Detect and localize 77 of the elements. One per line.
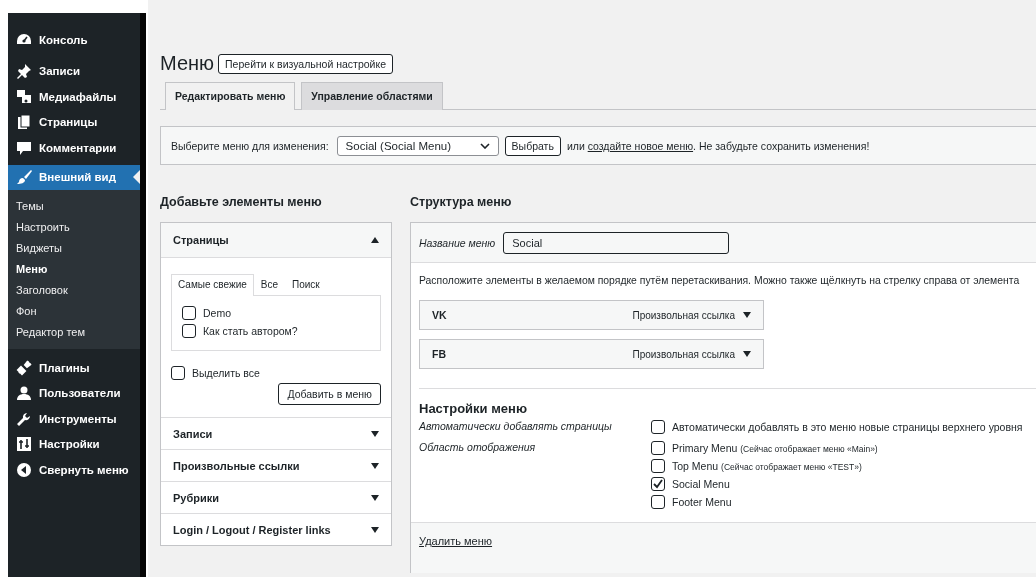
section-heading: Добавьте элементы меню	[160, 195, 323, 211]
sidebar-item[interactable]: Пользователи	[8, 380, 140, 406]
checkbox-label[interactable]: Primary Menu (Сейчас отображает меню «Main»)	[672, 442, 878, 454]
caret-icon	[743, 351, 751, 357]
checkbox[interactable]	[651, 477, 665, 491]
caret-icon	[371, 237, 379, 243]
media-icon	[16, 88, 32, 105]
menu-name-field[interactable]: Social	[503, 231, 730, 254]
add-to-menu-button[interactable]: Добавить в меню	[278, 383, 381, 405]
checkbox[interactable]	[651, 459, 665, 473]
sidebar-item[interactable]: Внешний вид	[8, 164, 140, 190]
checkbox-label[interactable]: Demo	[203, 307, 231, 319]
tab[interactable]: Поиск	[285, 274, 327, 295]
instructions-text: Расположите элементы в желаемом порядке путём перетаскивания. Можно также щёлкнуть на стрелку справа от элемента	[418, 274, 1021, 286]
tab[interactable]: Самые свежие	[171, 274, 254, 296]
checkbox[interactable]	[651, 495, 665, 509]
sidebar-item[interactable]: Комментарии	[8, 135, 140, 161]
check-icon	[653, 479, 663, 489]
submenu-item[interactable]: Виджеты	[8, 238, 140, 259]
checkbox[interactable]	[182, 306, 196, 320]
submenu-item[interactable]: Настроить	[8, 217, 140, 238]
menu-item[interactable]: FB Произвольная ссылка	[419, 339, 764, 369]
tab[interactable]: Управление областями	[301, 82, 443, 110]
sidebar-item[interactable]: Записи	[8, 58, 140, 84]
field-label: Название меню	[419, 236, 496, 249]
checkbox[interactable]	[651, 420, 665, 434]
customize-button[interactable]: Перейти к визуальной настройке	[218, 53, 394, 74]
submenu-item[interactable]: Редактор тем	[8, 322, 140, 343]
caret-icon	[743, 312, 751, 318]
sidebar-item[interactable]: Страницы	[8, 109, 140, 135]
chevron-down-icon	[479, 142, 490, 149]
select-button[interactable]: Выбрать	[504, 135, 561, 156]
submenu-item[interactable]: Меню	[8, 259, 140, 280]
tab[interactable]: Все	[253, 274, 286, 295]
tab[interactable]: Редактировать меню	[165, 82, 296, 110]
caret-icon	[371, 494, 379, 501]
setting-label: Область отображения	[419, 441, 537, 455]
collapse-icon	[16, 461, 32, 478]
plug-icon	[16, 359, 32, 376]
sidebar-item[interactable]: Настройки	[8, 431, 140, 457]
checkbox-label[interactable]: Footer Menu	[672, 496, 732, 508]
sliders-icon	[16, 436, 32, 453]
caret-icon	[371, 430, 379, 437]
menu-select[interactable]: Social (Social Menu)	[336, 135, 499, 156]
page-title: Меню	[160, 52, 215, 75]
sidebar-item[interactable]: Свернуть меню	[8, 457, 140, 483]
pin-icon	[16, 63, 32, 80]
checkbox-label[interactable]: Social Menu	[672, 478, 730, 490]
accordion-header[interactable]: Страницы	[161, 223, 391, 258]
submenu-item[interactable]: Заголовок	[8, 280, 140, 301]
checkbox-label[interactable]: Выделить все	[192, 367, 260, 379]
user-icon	[16, 385, 32, 402]
wrench-icon	[16, 410, 32, 427]
submenu-item[interactable]: Темы	[8, 196, 140, 217]
sidebar-item[interactable]: Консоль	[8, 27, 140, 53]
caret-icon	[371, 462, 379, 469]
checkbox[interactable]	[651, 441, 665, 455]
sidebar-item[interactable]: Плагины	[8, 355, 140, 381]
hint-text: или создайте новое меню. Не забудьте сохранить изменения!	[566, 139, 870, 152]
caret-icon	[371, 526, 379, 533]
delete-menu-link[interactable]: Удалить меню	[419, 535, 493, 547]
brush-icon	[16, 169, 32, 186]
checkbox[interactable]	[171, 366, 185, 380]
submenu-item[interactable]: Фон	[8, 301, 140, 322]
sidebar-item[interactable]: Медиафайлы	[8, 84, 140, 110]
checkbox-label[interactable]: Top Menu (Сейчас отображает меню «TEST»)	[672, 460, 862, 472]
section-heading: Структура меню	[410, 195, 513, 211]
speech-bubble-icon	[16, 139, 32, 156]
checkbox[interactable]	[182, 324, 196, 338]
sidebar-item[interactable]: Инструменты	[8, 406, 140, 432]
checkbox-label[interactable]: Как стать автором?	[203, 325, 298, 337]
pages-icon	[16, 114, 32, 131]
settings-heading: Настройки меню	[419, 401, 528, 416]
checkbox-label[interactable]: Автоматически добавлять в это меню новые страницы верхнего уровня	[672, 421, 1023, 433]
setting-label: Автоматически добавлять страницы	[419, 420, 613, 434]
menu-item[interactable]: VK Произвольная ссылка	[419, 300, 764, 330]
select-label: Выберите меню для изменения:	[171, 139, 329, 152]
